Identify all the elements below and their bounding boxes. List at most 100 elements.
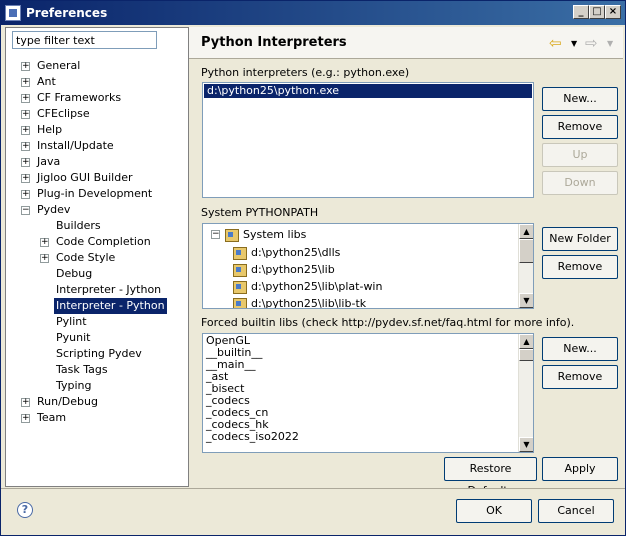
tree-item-label[interactable]: Debug: [54, 266, 94, 282]
expand-icon[interactable]: +: [21, 174, 30, 183]
ok-button[interactable]: OK: [456, 499, 532, 523]
tree-item[interactable]: + Team: [6, 410, 188, 426]
tree-item-label[interactable]: Interpreter - Python: [54, 298, 167, 314]
tree-item-label[interactable]: General: [35, 58, 82, 74]
new-forced-builtin-button[interactable]: New...: [542, 337, 618, 361]
collapse-icon[interactable]: −: [21, 206, 30, 215]
tree-item-label[interactable]: Pydev: [35, 202, 72, 218]
tree-item-label[interactable]: Run/Debug: [35, 394, 100, 410]
apply-button[interactable]: Apply: [542, 457, 618, 481]
tree-item-label[interactable]: Builders: [54, 218, 103, 234]
tree-item[interactable]: + CF Frameworks: [6, 90, 188, 106]
tree-item[interactable]: + General: [6, 58, 188, 74]
tree-item[interactable]: Pyunit: [6, 330, 188, 346]
tree-item[interactable]: + Jigloo GUI Builder: [6, 170, 188, 186]
tree-item-label[interactable]: Jigloo GUI Builder: [35, 170, 135, 186]
expand-icon[interactable]: +: [21, 110, 30, 119]
remove-interpreter-button[interactable]: Remove: [542, 115, 618, 139]
tree-item-label[interactable]: Java: [35, 154, 62, 170]
help-icon[interactable]: ?: [17, 502, 33, 518]
tree-item-label[interactable]: Install/Update: [35, 138, 116, 154]
list-item[interactable]: _codecs_iso2022: [203, 431, 533, 443]
expand-icon[interactable]: +: [40, 254, 49, 263]
tree-item[interactable]: Debug: [6, 266, 188, 282]
list-item[interactable]: _bisect: [203, 383, 533, 395]
expand-icon[interactable]: +: [21, 94, 30, 103]
tree-item-label[interactable]: Pylint: [54, 314, 89, 330]
up-button[interactable]: Up: [542, 143, 618, 167]
back-arrow-icon[interactable]: ⇦: [549, 34, 562, 52]
new-interpreter-button[interactable]: New...: [542, 87, 618, 111]
expand-icon[interactable]: +: [21, 62, 30, 71]
cancel-button[interactable]: Cancel: [538, 499, 614, 523]
list-item[interactable]: d:\python25\python.exe: [204, 84, 532, 98]
tree-item-label[interactable]: CF Frameworks: [35, 90, 123, 106]
tree-item[interactable]: Interpreter - Python: [6, 298, 188, 314]
tree-item[interactable]: Builders: [6, 218, 188, 234]
pythonpath-tree[interactable]: − System libs d:\python25\dlls d:\python2…: [202, 223, 534, 309]
forward-history-dropdown-icon[interactable]: ▼: [607, 39, 613, 48]
tree-item[interactable]: + Code Completion: [6, 234, 188, 250]
remove-forced-builtin-button[interactable]: Remove: [542, 365, 618, 389]
tree-item[interactable]: + Java: [6, 154, 188, 170]
forced-builtins-scrollbar[interactable]: ▲ ▼: [518, 334, 533, 452]
pythonpath-scrollbar[interactable]: ▲ ▼: [518, 224, 533, 308]
expand-icon[interactable]: +: [40, 238, 49, 247]
collapse-icon[interactable]: −: [211, 230, 220, 239]
expand-icon[interactable]: +: [21, 414, 30, 423]
scroll-down-arrow-icon[interactable]: ▼: [519, 293, 533, 308]
tree-item-label[interactable]: Plug-in Development: [35, 186, 154, 202]
list-item[interactable]: _ast: [203, 371, 533, 383]
tree-item[interactable]: Task Tags: [6, 362, 188, 378]
new-folder-button[interactable]: New Folder: [542, 227, 618, 251]
tree-item-label[interactable]: CFEclipse: [35, 106, 92, 122]
pythonpath-entry[interactable]: d:\python25\lib\lib-tk: [233, 295, 382, 308]
tree-item[interactable]: Interpreter - Jython: [6, 282, 188, 298]
filter-input[interactable]: [12, 31, 157, 49]
tree-item-label[interactable]: Scripting Pydev: [54, 346, 144, 362]
tree-item[interactable]: + Ant: [6, 74, 188, 90]
expand-icon[interactable]: +: [21, 158, 30, 167]
forced-builtins-list[interactable]: OpenGL __builtin__ __main__ _ast _bisect _cod…: [202, 333, 534, 453]
tree-item-label[interactable]: Interpreter - Jython: [54, 282, 163, 298]
back-history-dropdown-icon[interactable]: ▼: [571, 39, 577, 48]
expand-icon[interactable]: +: [21, 398, 30, 407]
forward-arrow-icon[interactable]: ⇨: [585, 34, 598, 52]
remove-path-button[interactable]: Remove: [542, 255, 618, 279]
pythonpath-entry[interactable]: d:\python25\lib: [233, 261, 382, 278]
tree-item-label[interactable]: Typing: [54, 378, 94, 394]
minimize-button[interactable]: _: [573, 5, 589, 19]
tree-item-label[interactable]: Team: [35, 410, 68, 426]
tree-item-label[interactable]: Code Style: [54, 250, 117, 266]
scroll-thumb[interactable]: [519, 239, 533, 263]
tree-item[interactable]: + Help: [6, 122, 188, 138]
tree-item[interactable]: + Plug-in Development: [6, 186, 188, 202]
tree-item[interactable]: Typing: [6, 378, 188, 394]
expand-icon[interactable]: +: [21, 126, 30, 135]
tree-item[interactable]: Pylint: [6, 314, 188, 330]
tree-item[interactable]: + CFEclipse: [6, 106, 188, 122]
tree-item-label[interactable]: Ant: [35, 74, 58, 90]
scroll-down-arrow-icon[interactable]: ▼: [519, 437, 533, 452]
expand-icon[interactable]: +: [21, 78, 30, 87]
tree-item-label[interactable]: Code Completion: [54, 234, 153, 250]
down-button[interactable]: Down: [542, 171, 618, 195]
tree-item[interactable]: + Install/Update: [6, 138, 188, 154]
scroll-thumb[interactable]: [519, 349, 533, 361]
tree-item[interactable]: Scripting Pydev: [6, 346, 188, 362]
list-item[interactable]: __main__: [203, 359, 533, 371]
restore-defaults-button[interactable]: Restore Defaults: [444, 457, 537, 497]
scroll-up-arrow-icon[interactable]: ▲: [519, 224, 533, 239]
expand-icon[interactable]: +: [21, 190, 30, 199]
tree-item-label[interactable]: Task Tags: [54, 362, 110, 378]
title-bar[interactable]: Preferences _ □ ×: [1, 1, 625, 25]
scroll-up-arrow-icon[interactable]: ▲: [519, 334, 533, 349]
expand-icon[interactable]: +: [21, 142, 30, 151]
maximize-button[interactable]: □: [589, 5, 605, 19]
tree-item[interactable]: − Pydev: [6, 202, 188, 218]
tree-item-label[interactable]: Pyunit: [54, 330, 92, 346]
tree-item[interactable]: + Run/Debug: [6, 394, 188, 410]
tree-item-label[interactable]: Help: [35, 122, 64, 138]
pythonpath-entry[interactable]: d:\python25\dlls: [233, 244, 382, 261]
pythonpath-entry[interactable]: d:\python25\lib\plat-win: [233, 278, 382, 295]
